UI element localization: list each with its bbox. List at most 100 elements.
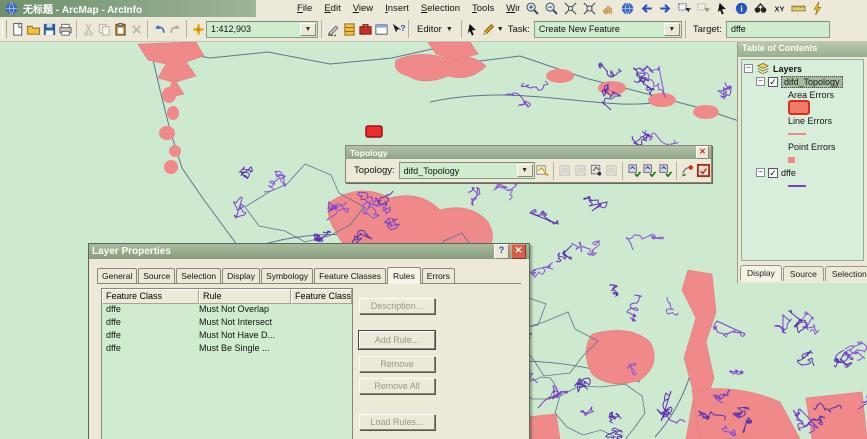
target-combo[interactable]: dffe xyxy=(725,20,830,38)
column-feature-class-2[interactable]: Feature Class xyxy=(291,289,352,304)
select-elements-icon[interactable] xyxy=(714,1,730,17)
add-data-icon[interactable] xyxy=(190,21,206,37)
go-back-extent-icon[interactable] xyxy=(638,1,654,17)
validate-selected-area-icon[interactable] xyxy=(626,162,642,179)
tab-source[interactable]: Source xyxy=(138,268,176,283)
tab-display[interactable]: Display xyxy=(222,268,261,283)
menu-view[interactable]: View xyxy=(348,2,378,15)
fix-error-tool-icon[interactable] xyxy=(680,162,696,179)
validate-current-extent-icon[interactable] xyxy=(642,162,658,179)
menu-file[interactable]: File xyxy=(292,2,317,15)
table-row[interactable]: dffe Must Not Intersect xyxy=(102,317,352,330)
collapse-icon[interactable]: − xyxy=(756,77,765,86)
fixed-zoom-in-icon[interactable] xyxy=(562,1,578,17)
menu-selection[interactable]: Selection xyxy=(416,2,465,15)
hyperlink-icon[interactable] xyxy=(809,1,825,17)
save-icon[interactable] xyxy=(41,21,57,37)
tab-rules[interactable]: Rules xyxy=(386,267,421,284)
print-icon[interactable] xyxy=(57,21,73,37)
arccatalog-icon[interactable] xyxy=(341,21,357,37)
collapse-icon[interactable]: − xyxy=(756,168,765,177)
topology-toolbar-title[interactable]: Topology xyxy=(350,148,388,158)
menu-insert[interactable]: Insert xyxy=(380,2,414,15)
tab-selection[interactable]: Selection xyxy=(176,268,222,283)
cell-feature-class: dffe xyxy=(106,304,121,314)
error-inspector-icon[interactable] xyxy=(695,162,711,179)
fixed-zoom-out-icon[interactable] xyxy=(581,1,597,17)
cut-icon[interactable] xyxy=(80,21,96,37)
whats-this-help-icon[interactable]: ? xyxy=(389,21,405,37)
pan-icon[interactable] xyxy=(600,1,616,17)
find-icon[interactable] xyxy=(752,1,768,17)
open-icon[interactable] xyxy=(25,21,41,37)
measure-icon[interactable] xyxy=(790,1,806,17)
chevron-down-icon[interactable]: ▼ xyxy=(663,22,680,36)
toc-tab-display[interactable]: Display xyxy=(740,265,782,281)
tab-symbology[interactable]: Symbology xyxy=(261,268,314,283)
topology-combo[interactable]: difd_Topology ▼ xyxy=(398,162,535,179)
tab-general[interactable]: General xyxy=(97,268,138,283)
chevron-down-icon[interactable]: ▼ xyxy=(516,164,533,177)
task-combo[interactable]: Create New Feature ▼ xyxy=(533,20,682,38)
editor-menu-button[interactable]: Editor ▼ xyxy=(412,22,458,37)
go-next-extent-icon[interactable] xyxy=(657,1,673,17)
layer-checkbox[interactable]: ✓ xyxy=(768,76,778,87)
load-rules-button[interactable]: Load Rules... xyxy=(359,414,435,430)
column-rule[interactable]: Rule xyxy=(199,289,291,304)
undo-icon[interactable] xyxy=(151,21,167,37)
select-features-icon[interactable] xyxy=(676,1,692,17)
go-to-xy-icon[interactable]: XY xyxy=(771,1,787,17)
toc-title[interactable]: Table of Contents xyxy=(738,42,867,57)
layer-checkbox[interactable]: ✓ xyxy=(768,167,778,178)
dialog-title-bar[interactable]: Layer Properties ? ✕ xyxy=(89,244,529,259)
toolbar-grip[interactable] xyxy=(2,20,7,38)
description-button[interactable]: Description... xyxy=(359,298,435,314)
new-map-icon[interactable] xyxy=(9,21,25,37)
table-row[interactable]: dffe Must Be Single ... xyxy=(102,343,352,356)
chevron-down-icon[interactable]: ▼ xyxy=(300,22,316,36)
sketch-properties-icon[interactable] xyxy=(325,21,341,37)
menu-edit[interactable]: Edit xyxy=(319,2,345,15)
full-extent-icon[interactable] xyxy=(619,1,635,17)
column-feature-class[interactable]: Feature Class xyxy=(102,289,199,304)
edit-tool-icon[interactable] xyxy=(465,21,481,37)
show-shared-features-icon[interactable] xyxy=(573,162,589,179)
table-row[interactable]: dffe Must Not Have D... xyxy=(102,330,352,343)
validate-entire-topology-icon[interactable] xyxy=(657,162,673,179)
close-icon[interactable]: ✕ xyxy=(696,146,709,159)
sketch-tool-icon[interactable] xyxy=(481,21,497,37)
identify-icon[interactable]: i xyxy=(733,1,749,17)
topology-rules-table[interactable]: Feature Class Rule Feature Class dffe Mu… xyxy=(101,288,353,439)
chevron-down-icon[interactable]: ▼ xyxy=(497,26,504,33)
construct-features-icon[interactable] xyxy=(588,162,604,179)
paste-icon[interactable] xyxy=(112,21,128,37)
menu-tools[interactable]: Tools xyxy=(467,2,499,15)
menu-bar: File Edit View Insert Selection Tools Wi… xyxy=(256,0,572,17)
table-row[interactable]: dffe Must Not Overlap xyxy=(102,304,352,317)
toc-tab-selection[interactable]: Selection xyxy=(824,266,867,281)
zoom-in-icon[interactable] xyxy=(524,1,540,17)
remove-button[interactable]: Remove xyxy=(359,356,435,372)
delete-icon[interactable] xyxy=(128,21,144,37)
remove-all-button[interactable]: Remove All xyxy=(359,378,435,394)
collapse-icon[interactable]: − xyxy=(744,64,753,73)
topology-layer-label[interactable]: difd_Topology xyxy=(781,75,843,88)
dffe-layer-label[interactable]: dffe xyxy=(781,168,796,178)
close-icon[interactable]: ✕ xyxy=(511,244,526,259)
add-rule-button[interactable]: Add Rule... xyxy=(358,330,436,350)
map-scale-combo[interactable]: 1:412,903 ▼ xyxy=(206,20,318,38)
redo-icon[interactable] xyxy=(167,21,183,37)
copy-icon[interactable] xyxy=(96,21,112,37)
zoom-out-icon[interactable] xyxy=(543,1,559,17)
modify-edge-icon[interactable] xyxy=(604,162,620,179)
layers-group-label[interactable]: Layers xyxy=(773,64,802,74)
tab-feature-classes[interactable]: Feature Classes xyxy=(314,268,386,283)
map-topology-icon[interactable] xyxy=(535,162,551,179)
topology-edit-tool-icon[interactable] xyxy=(557,162,573,179)
toc-tab-source[interactable]: Source xyxy=(782,266,824,281)
help-icon[interactable]: ? xyxy=(494,244,509,259)
arctoolbox-icon[interactable] xyxy=(357,21,373,37)
command-window-icon[interactable] xyxy=(373,21,389,37)
tab-errors[interactable]: Errors xyxy=(421,268,455,283)
clear-selection-icon[interactable] xyxy=(695,1,711,17)
